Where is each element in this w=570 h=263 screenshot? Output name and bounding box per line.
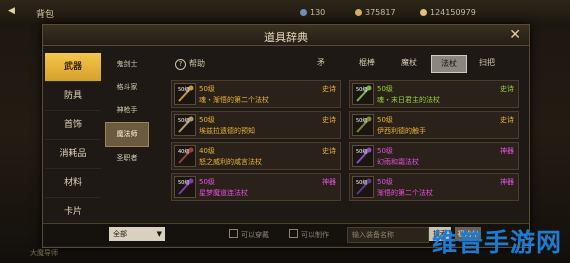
item-icon-level: 40级 — [178, 149, 190, 155]
class-fighter[interactable]: 格斗家 — [105, 76, 149, 99]
item-grade: 史诗 — [322, 147, 336, 155]
item-icon-level: 50级 — [178, 87, 190, 93]
search-input[interactable]: 输入装备名称 — [347, 227, 429, 243]
item-level: 50级 — [377, 85, 393, 93]
item-grade: 神器 — [500, 147, 514, 155]
close-icon[interactable]: ✕ — [509, 27, 521, 43]
item-icon-level: 50级 — [356, 87, 368, 93]
item-name: 怒之威利的咸言法杖 — [199, 158, 262, 166]
item-level: 50级 — [199, 85, 215, 93]
staff-icon: 40级 — [174, 145, 196, 167]
staff-icon: 50级 — [174, 176, 196, 198]
staff-icon: 50级 — [352, 176, 374, 198]
item-level: 50级 — [377, 178, 393, 186]
lower-label: 大魔导师 — [30, 249, 58, 257]
filter-value: 全部 — [113, 230, 127, 238]
class-list: 鬼剑士 格斗家 神枪手 魔法师 圣职者 — [105, 53, 149, 170]
item-card[interactable]: 50级 50级 神器星梦魔道连法杖 — [171, 173, 341, 201]
category-material[interactable]: 材料 — [45, 169, 101, 198]
staff-icon: 50级 — [352, 145, 374, 167]
top-bar: ◀ 背包 130 375817 124150979 — [0, 0, 570, 26]
checkbox-label: 可以穿戴 — [241, 231, 269, 239]
checkbox-icon — [289, 229, 298, 238]
staff-icon: 50级 — [174, 83, 196, 105]
item-icon-level: 50级 — [178, 180, 190, 186]
help-button[interactable]: ? 帮助 — [175, 58, 205, 70]
help-label: 帮助 — [189, 59, 205, 68]
item-card[interactable]: 50级 50级 神器幻雨和霜法杖 — [349, 142, 519, 170]
chevron-down-icon: ▼ — [156, 230, 162, 238]
item-grade: 史诗 — [322, 85, 336, 93]
category-accessory[interactable]: 首饰 — [45, 111, 101, 140]
class-gunner[interactable]: 神枪手 — [105, 99, 149, 122]
category-consumable[interactable]: 消耗品 — [45, 140, 101, 169]
item-name: 星梦魔道连法杖 — [199, 189, 248, 197]
craftable-checkbox[interactable]: 可以制作 — [289, 229, 329, 240]
item-level: 40级 — [199, 147, 215, 155]
class-priest[interactable]: 圣职者 — [105, 147, 149, 170]
panel-title: 道具辞典 — [264, 31, 308, 44]
item-name: 伊西利德的触手 — [377, 127, 426, 135]
category-weapon[interactable]: 武器 — [45, 53, 101, 82]
item-icon-level: 50级 — [356, 149, 368, 155]
item-level: 50级 — [199, 116, 215, 124]
item-card[interactable]: 50级 50级 史诗埃兹拉遗德的预知 — [171, 111, 341, 139]
item-icon-level: 50级 — [356, 118, 368, 124]
back-arrow-icon[interactable]: ◀ — [8, 6, 15, 16]
item-name: 幻雨和霜法杖 — [377, 158, 419, 166]
checkbox-label: 可以制作 — [301, 231, 329, 239]
stat-value: 124150979 — [430, 8, 476, 17]
stat-1: 130 — [300, 8, 325, 17]
class-slayer[interactable]: 鬼剑士 — [105, 53, 149, 76]
stat-3: 124150979 — [420, 8, 476, 17]
item-grade: 神器 — [322, 178, 336, 186]
item-grade: 神器 — [500, 178, 514, 186]
category-list: 武器 防具 首饰 消耗品 材料 卡片 — [45, 53, 101, 227]
item-card[interactable]: 50级 50级 神器渐悟的第二个法杖 — [349, 173, 519, 201]
staff-icon: 50级 — [352, 83, 374, 105]
item-level: 50级 — [199, 178, 215, 186]
crystal-icon — [300, 9, 307, 16]
tab-spear[interactable]: 矛 — [311, 55, 331, 71]
stat-value: 130 — [310, 8, 326, 17]
gold-icon — [420, 9, 427, 16]
watermark: 维普手游网 — [431, 228, 562, 257]
stat-value: 375817 — [365, 8, 396, 17]
tab-rod[interactable]: 魔杖 — [393, 55, 425, 71]
help-icon: ? — [175, 59, 186, 70]
item-name: 埃兹拉遗德的预知 — [199, 127, 255, 135]
category-armor[interactable]: 防具 — [45, 82, 101, 111]
tab-broom[interactable]: 扫把 — [471, 55, 503, 71]
item-icon-level: 50级 — [356, 180, 368, 186]
item-grade: 史诗 — [500, 85, 514, 93]
item-card[interactable]: 40级 40级 史诗怒之威利的咸言法杖 — [171, 142, 341, 170]
item-icon-level: 50级 — [178, 118, 190, 124]
stat-2: 375817 — [355, 8, 396, 17]
topbar-title: 背包 — [36, 10, 55, 20]
item-name: 渐悟的第二个法杖 — [377, 189, 433, 197]
coin-icon — [355, 9, 362, 16]
item-grade: 史诗 — [322, 116, 336, 124]
tab-staff[interactable]: 法杖 — [431, 55, 467, 73]
class-mage[interactable]: 魔法师 — [105, 122, 149, 147]
item-name: 魂・末日君主的法杖 — [377, 96, 440, 104]
staff-icon: 50级 — [174, 114, 196, 136]
item-card[interactable]: 50级 50级 史诗魂・渐悟的第二个法杖 — [171, 80, 341, 108]
panel-header: 道具辞典 ✕ — [43, 25, 529, 46]
checkbox-icon — [229, 229, 238, 238]
item-level: 50级 — [377, 116, 393, 124]
tab-club[interactable]: 棍棒 — [351, 55, 383, 71]
item-name: 魂・渐悟的第二个法杖 — [199, 96, 269, 104]
item-card[interactable]: 50级 50级 史诗魂・末日君主的法杖 — [349, 80, 519, 108]
item-dictionary-panel: 道具辞典 ✕ 武器 防具 首饰 消耗品 材料 卡片 鬼剑士 格斗家 神枪手 魔法… — [42, 24, 530, 248]
wearable-checkbox[interactable]: 可以穿戴 — [229, 229, 269, 240]
item-level: 50级 — [377, 147, 393, 155]
filter-select[interactable]: 全部 ▼ — [109, 227, 165, 241]
item-card[interactable]: 50级 50级 史诗伊西利德的触手 — [349, 111, 519, 139]
staff-icon: 50级 — [352, 114, 374, 136]
item-grade: 史诗 — [500, 116, 514, 124]
